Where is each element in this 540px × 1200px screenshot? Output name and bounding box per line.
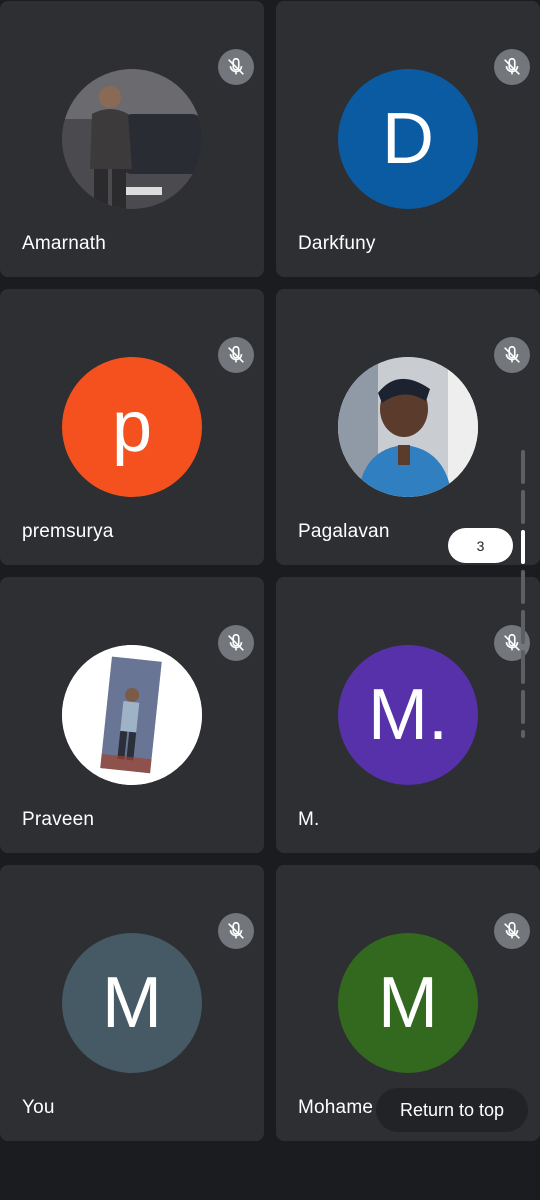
- avatar-initial: p: [62, 357, 202, 497]
- avatar-photo: [338, 357, 478, 497]
- scroll-segment: [521, 570, 525, 604]
- participant-name: Praveen: [22, 809, 95, 830]
- participant-name: Darkfuny: [298, 233, 376, 254]
- participant-tile[interactable]: M. M.: [276, 577, 540, 853]
- return-to-top-button[interactable]: Return to top: [376, 1088, 528, 1132]
- mic-off-icon: [494, 913, 530, 949]
- participant-tile[interactable]: M You: [0, 865, 264, 1141]
- scroll-segment: [521, 610, 525, 644]
- avatar-photo: [62, 69, 202, 209]
- participant-tile[interactable]: p premsurya: [0, 289, 264, 565]
- participant-name: premsurya: [22, 521, 114, 542]
- participant-name: Pagalavan: [298, 521, 390, 542]
- participant-name: You: [22, 1097, 55, 1118]
- participant-tile[interactable]: D Darkfuny: [276, 1, 540, 277]
- scroll-segment: [521, 450, 525, 484]
- scroll-segment-active: [521, 530, 525, 564]
- participant-name: Mohame: [298, 1097, 374, 1118]
- avatar-initial: M: [62, 933, 202, 1073]
- scroll-segment: [521, 690, 525, 724]
- participant-name: Amarnath: [22, 233, 106, 254]
- scroll-segment: [521, 730, 525, 738]
- avatar-initial: M.: [338, 645, 478, 785]
- mic-off-icon: [494, 49, 530, 85]
- mic-off-icon: [218, 625, 254, 661]
- scroll-segment: [521, 490, 525, 524]
- participant-name: M.: [298, 809, 320, 830]
- mic-off-icon: [218, 337, 254, 373]
- mic-off-icon: [218, 913, 254, 949]
- mic-off-icon: [494, 337, 530, 373]
- avatar-initial: D: [338, 69, 478, 209]
- participant-tile[interactable]: Amarnath: [0, 1, 264, 277]
- avatar-photo: [62, 645, 202, 785]
- mic-off-icon: [218, 49, 254, 85]
- participant-tile[interactable]: Pagalavan: [276, 289, 540, 565]
- page-indicator: 3: [448, 528, 513, 563]
- page-scrollbar[interactable]: [521, 450, 527, 740]
- participant-tile[interactable]: Praveen: [0, 577, 264, 853]
- scroll-segment: [521, 650, 525, 684]
- participant-grid: Amarnath D Darkfuny p premsurya Pagalava…: [0, 0, 540, 1200]
- avatar-initial: M: [338, 933, 478, 1073]
